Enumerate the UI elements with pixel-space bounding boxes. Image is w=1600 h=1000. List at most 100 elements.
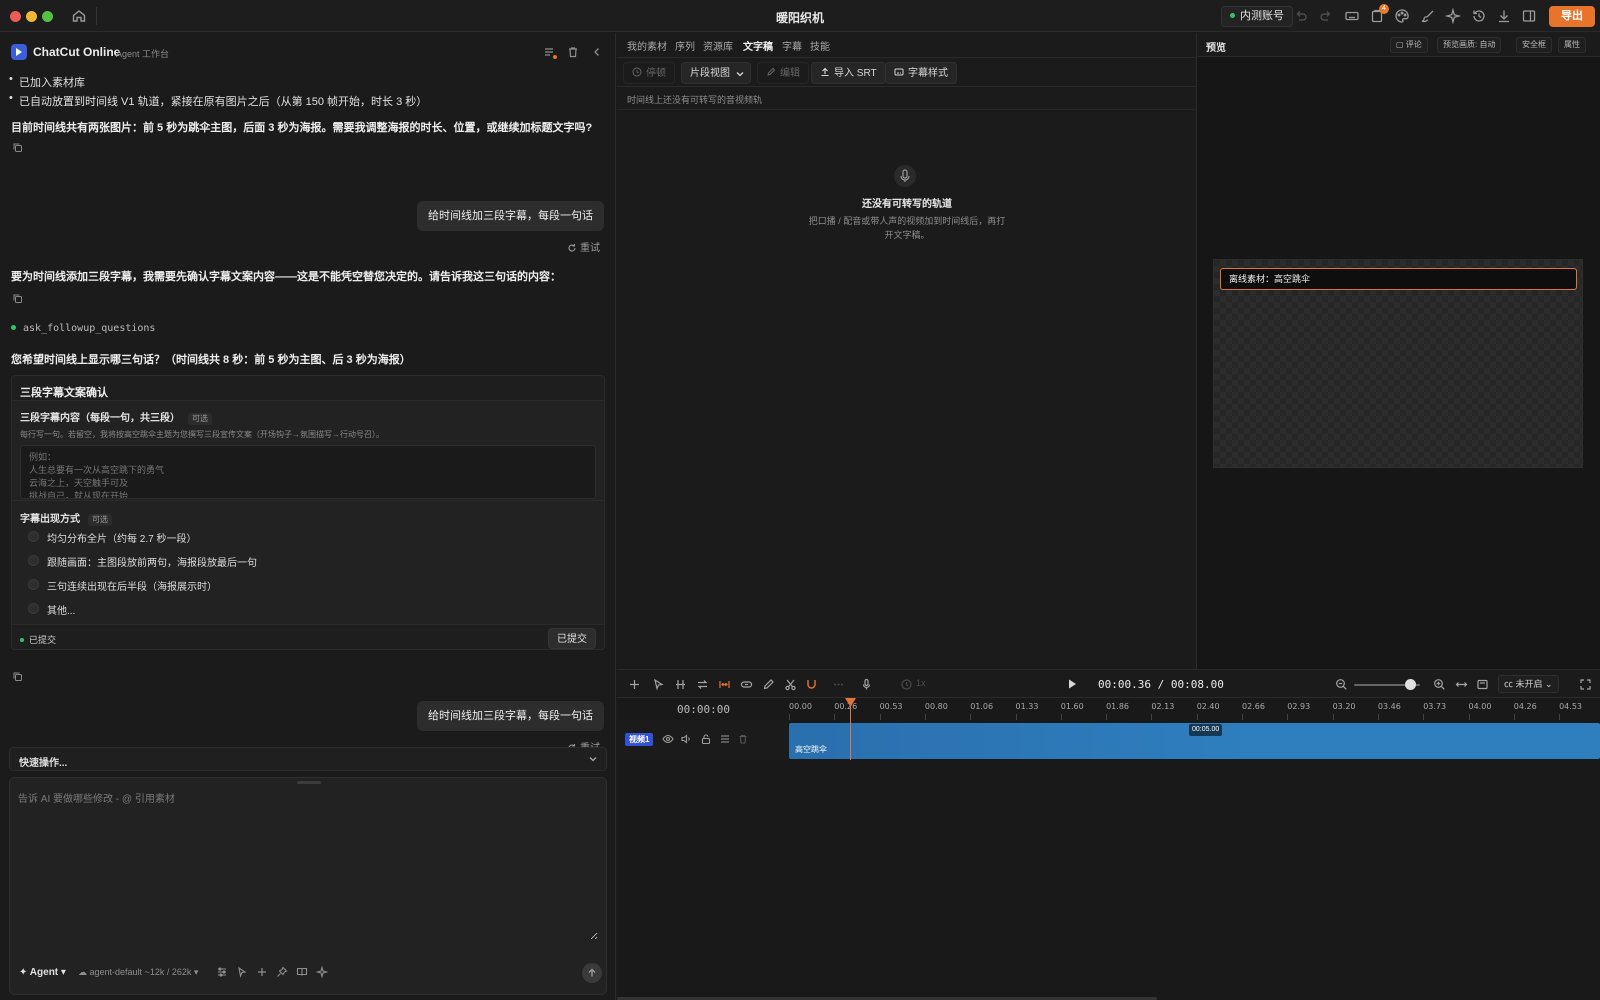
fullscreen-icon[interactable] <box>1579 678 1592 691</box>
tab-skills[interactable]: 技能 <box>810 38 830 53</box>
captions-toggle[interactable]: ㏄ 未开启 ⌄ <box>1498 675 1559 693</box>
book-icon[interactable] <box>296 966 308 978</box>
window-title: 暖阳织机 <box>775 11 824 25</box>
eye-icon[interactable] <box>662 733 674 745</box>
playhead[interactable] <box>850 698 851 760</box>
tab-transcript[interactable]: 文字稿 <box>743 38 773 53</box>
clipboard-button[interactable]: 4 <box>1369 4 1389 24</box>
status-dot <box>1230 12 1235 18</box>
history-icon[interactable] <box>1471 8 1487 24</box>
resize-handle[interactable] <box>297 781 321 784</box>
copy-icon[interactable] <box>12 671 23 682</box>
fit-width-icon[interactable] <box>1455 678 1468 691</box>
scissors-icon[interactable] <box>784 678 797 691</box>
frame-icon[interactable] <box>1476 678 1489 691</box>
tab-my-assets[interactable]: 我的素材 <box>627 38 667 53</box>
radio-button[interactable] <box>28 579 39 590</box>
window-minimize-button[interactable] <box>26 11 37 22</box>
preview-quality-select[interactable]: 预览画质: 自动 <box>1437 37 1502 53</box>
time-ruler[interactable]: 00:00:00 00.00 00.26 00.53 00.80 01.06 01.33 0… <box>617 698 1600 720</box>
speed-label[interactable]: 1x <box>916 678 926 688</box>
view-select[interactable]: 片段视图 <box>681 62 751 84</box>
cursor-icon[interactable] <box>236 966 248 978</box>
ruler-tick-label: 02.40 <box>1196 702 1220 711</box>
zoom-in-icon[interactable] <box>1433 678 1446 691</box>
window-close-button[interactable] <box>10 11 21 22</box>
track-lane[interactable]: 高空跳伞 00:05.00 <box>788 720 1600 760</box>
copy-icon[interactable] <box>12 142 23 153</box>
play-icon[interactable] <box>1066 678 1078 690</box>
zoom-slider-handle[interactable] <box>1404 679 1416 690</box>
edit-button[interactable]: 编辑 <box>757 62 809 84</box>
divider <box>96 7 97 25</box>
pin-icon[interactable] <box>276 966 288 978</box>
swap-icon[interactable] <box>696 678 709 691</box>
track-name[interactable]: 视频1 <box>625 733 654 746</box>
more-icon[interactable] <box>832 678 845 691</box>
collapse-panel-icon[interactable] <box>590 45 604 59</box>
add-icon[interactable] <box>628 678 641 691</box>
tab-sequence[interactable]: 序列 <box>675 38 695 53</box>
pen-icon[interactable] <box>762 678 775 691</box>
track-settings-icon[interactable] <box>719 733 731 745</box>
magic-icon[interactable] <box>316 966 328 978</box>
question-label-text: 三段字幕内容（每段一句，共三段） <box>20 413 180 424</box>
chat-messages[interactable]: 已加入素材库 已自动放置到时间线 V1 轨道，紧接在原有图片之后（从第 150 … <box>0 69 616 769</box>
undo-icon[interactable] <box>1293 8 1309 24</box>
chevron-down-icon <box>736 72 744 77</box>
tool-call-indicator[interactable]: ask_followup_questions <box>11 323 155 334</box>
safe-frame-button[interactable]: 安全框 <box>1516 37 1552 53</box>
speed-icon[interactable] <box>900 678 913 691</box>
question-help: 每行写一句。若留空，我将按高空跳伞主题为您撰写三段宣传文案（开场钩子→氛围描写→… <box>20 430 384 439</box>
delete-track-icon[interactable] <box>737 733 749 745</box>
properties-button[interactable]: 属性 <box>1558 37 1586 53</box>
trim-tool-icon[interactable] <box>674 678 687 691</box>
quick-actions-dropdown[interactable]: 快速操作... <box>9 747 607 771</box>
beta-account-badge[interactable]: 内测账号 <box>1221 6 1293 27</box>
keyboard-icon[interactable] <box>1344 8 1360 24</box>
speaker-icon[interactable] <box>680 733 692 745</box>
timeline-clip[interactable]: 高空跳伞 00:05.00 <box>789 723 1600 759</box>
export-button[interactable]: 导出 <box>1549 6 1595 27</box>
import-srt-button[interactable]: 导入 SRT <box>811 62 886 84</box>
subtitle-style-button[interactable]: 字幕样式 <box>885 62 957 84</box>
snap-icon[interactable] <box>718 678 731 691</box>
preview-canvas[interactable]: 离线素材：高空跳伞 <box>1213 259 1583 468</box>
radio-button[interactable] <box>28 603 39 614</box>
radio-button[interactable] <box>28 531 39 542</box>
sparkle-icon[interactable] <box>1445 8 1461 24</box>
select-tool-icon[interactable] <box>652 678 665 691</box>
app-logo <box>11 44 27 60</box>
magnet-icon[interactable] <box>805 678 818 691</box>
pause-button[interactable]: 停顿 <box>623 62 675 84</box>
retry-button[interactable]: 重试 <box>567 239 600 254</box>
beta-account-label: 内测账号 <box>1240 10 1284 22</box>
agent-mode-select[interactable]: ✦ Agent ▾ <box>19 967 66 978</box>
microphone-icon[interactable] <box>860 678 873 691</box>
window-zoom-button[interactable] <box>42 11 53 22</box>
arrow-up-icon <box>588 968 596 976</box>
submitted-button[interactable]: 已提交 <box>548 628 596 649</box>
link-icon[interactable] <box>740 678 753 691</box>
palette-icon[interactable] <box>1394 8 1410 24</box>
sliders-icon[interactable] <box>216 966 228 978</box>
download-icon[interactable] <box>1496 8 1512 24</box>
radio-button[interactable] <box>28 555 39 566</box>
copy-icon[interactable] <box>12 293 23 304</box>
chat-input[interactable] <box>18 790 598 940</box>
trash-icon[interactable] <box>566 45 580 59</box>
layout-icon[interactable] <box>1521 8 1537 24</box>
tab-library[interactable]: 资源库 <box>703 38 733 53</box>
zoom-out-icon[interactable] <box>1335 678 1348 691</box>
home-icon[interactable] <box>71 8 87 24</box>
model-select[interactable]: ☁ agent-default ~12k / 262k ▾ <box>78 967 198 978</box>
subtitle-content-input[interactable] <box>20 445 596 499</box>
chat-list-button[interactable] <box>542 45 557 59</box>
lock-icon[interactable] <box>700 733 712 745</box>
send-button[interactable] <box>582 963 602 983</box>
comment-button[interactable]: ▢ 评论 <box>1390 37 1428 53</box>
plus-icon[interactable] <box>256 966 268 978</box>
brush-icon[interactable] <box>1420 8 1436 24</box>
redo-icon[interactable] <box>1318 8 1334 24</box>
tab-subtitles[interactable]: 字幕 <box>782 38 802 53</box>
